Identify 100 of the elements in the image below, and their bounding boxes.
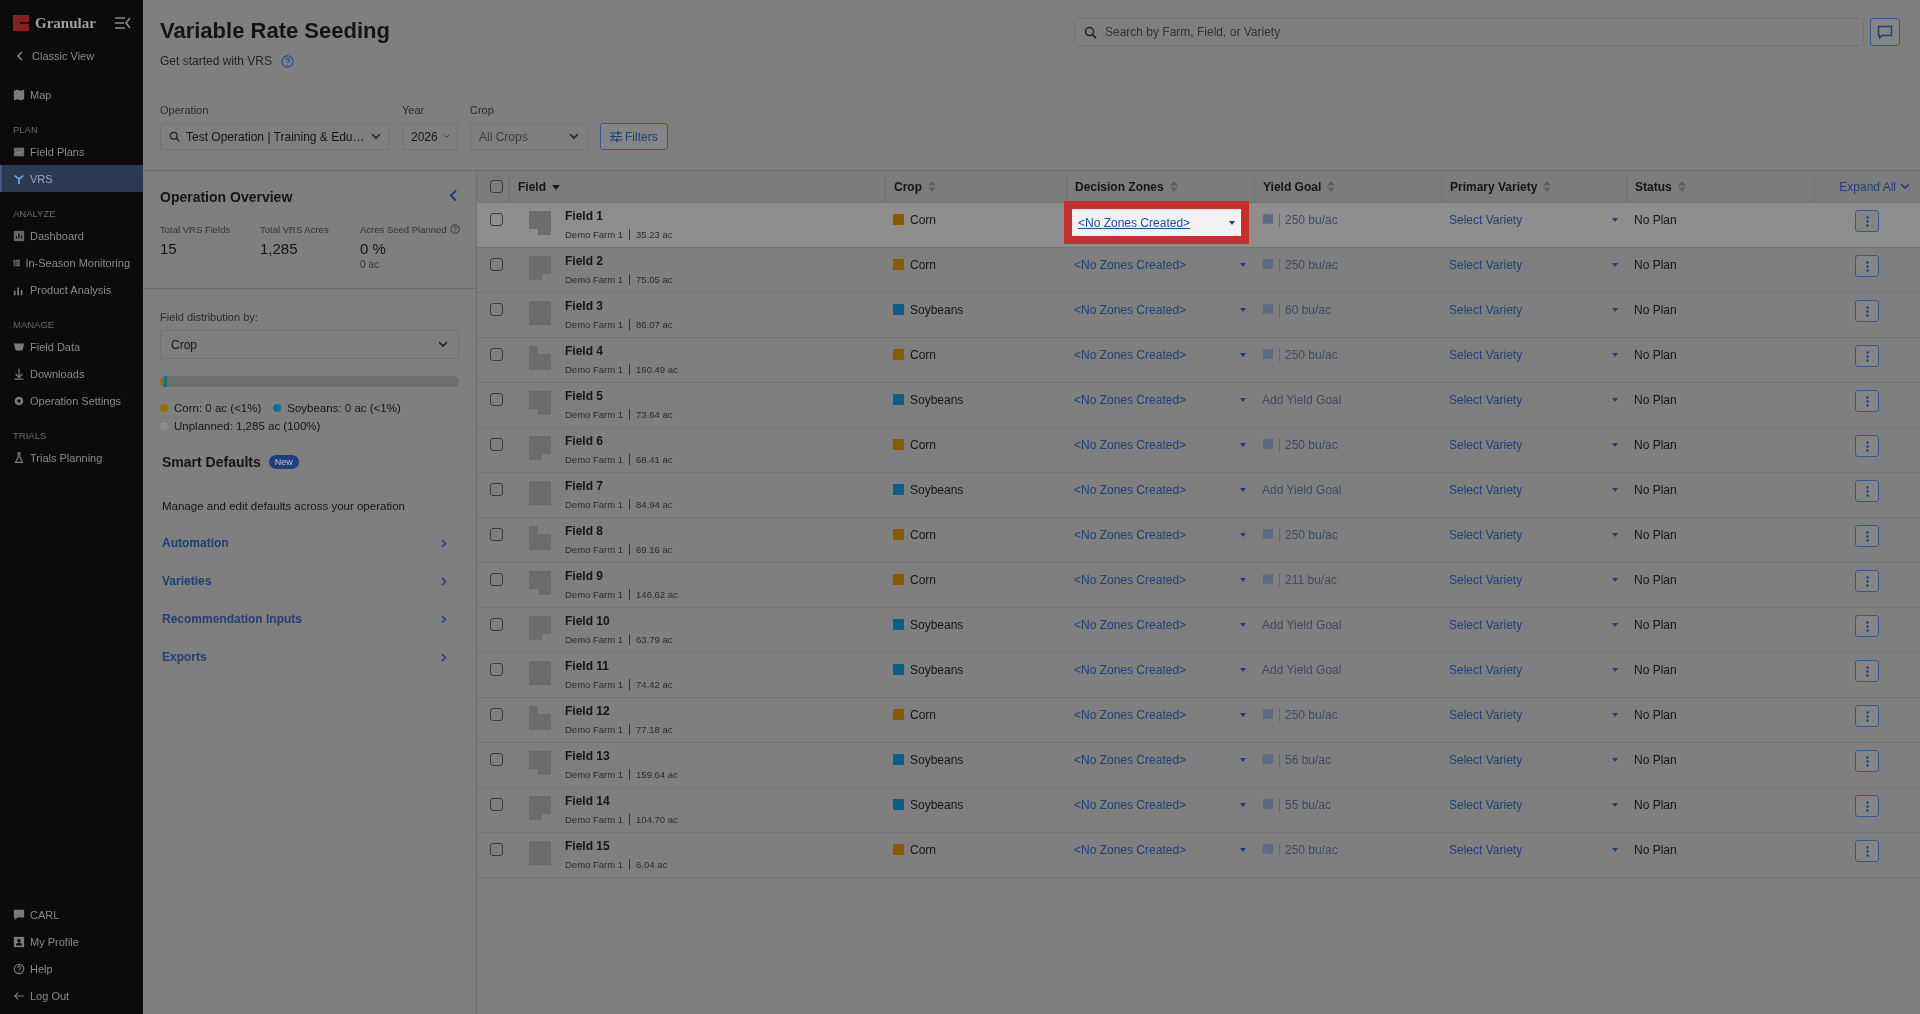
zones-dropdown[interactable]: <No Zones Created> <box>1074 438 1246 452</box>
yield-goal-value[interactable]: 55 bu/ac <box>1285 798 1332 812</box>
table-row[interactable]: Field 5 Demo Farm 1 73.64 ac Soybeans <No Zones Created> Add Yield Goal Select Variety No Plan <box>477 383 1920 428</box>
table-row[interactable]: Field 14 Demo Farm 1 104.70 ac Soybeans <No Zones Created> 55 bu/ac Select Variety No Plan <box>477 788 1920 833</box>
yield-goal-value[interactable]: 250 bu/ac <box>1285 708 1338 722</box>
more-button[interactable] <box>1855 210 1879 232</box>
row-checkbox[interactable] <box>489 708 503 721</box>
field-name[interactable]: Field 1 <box>565 209 673 223</box>
nav-item[interactable]: CARL <box>0 901 143 928</box>
yield-goal-value[interactable]: 250 bu/ac <box>1285 843 1338 857</box>
dropdown[interactable]: Crop <box>160 330 459 359</box>
nav-item[interactable]: Field Plans <box>0 138 143 165</box>
settings-link[interactable]: Exports <box>162 650 447 664</box>
add-yield-goal-link[interactable]: Add Yield Goal <box>1262 663 1342 677</box>
variety-dropdown[interactable]: Select Variety <box>1449 708 1618 722</box>
more-button[interactable] <box>1855 300 1879 322</box>
zones-dropdown[interactable]: <No Zones Created> <box>1074 483 1246 497</box>
more-button[interactable] <box>1855 615 1879 637</box>
nav-item[interactable]: In-Season Monitoring <box>0 249 143 276</box>
field-name[interactable]: Field 8 <box>565 524 673 538</box>
settings-link[interactable]: Varieties <box>162 574 447 588</box>
field-name[interactable]: Field 13 <box>565 749 678 763</box>
field-name[interactable]: Field 7 <box>565 479 673 493</box>
yield-goal-value[interactable]: 56 bu/ac <box>1285 753 1332 767</box>
field-name[interactable]: Field 6 <box>565 434 673 448</box>
variety-dropdown[interactable]: Select Variety <box>1449 258 1618 272</box>
table-row[interactable]: Field 7 Demo Farm 1 84.94 ac Soybeans <No Zones Created> Add Yield Goal Select Variety No Plan <box>477 473 1920 518</box>
row-checkbox[interactable] <box>489 438 503 451</box>
expand-all-link[interactable]: Expand All <box>1839 179 1910 194</box>
row-checkbox[interactable] <box>489 213 503 226</box>
variety-dropdown[interactable]: Select Variety <box>1449 483 1618 497</box>
more-button[interactable] <box>1855 840 1879 862</box>
table-row[interactable]: Field 4 Demo Farm 1 160.49 ac Corn <No Zones Created> 250 bu/ac Select Variety No Plan <box>477 338 1920 383</box>
nav-item[interactable]: Dashboard <box>0 222 143 249</box>
table-row[interactable]: Field 3 Demo Farm 1 86.07 ac Soybeans <No Zones Created> 60 bu/ac Select Variety No Plan <box>477 293 1920 338</box>
zones-dropdown[interactable]: <No Zones Created> <box>1074 303 1246 317</box>
column-header[interactable]: Decision Zones <box>1075 179 1164 194</box>
variety-dropdown[interactable]: Select Variety <box>1449 213 1618 227</box>
yield-goal-value[interactable]: 250 bu/ac <box>1285 213 1338 227</box>
zones-dropdown[interactable]: <No Zones Created> <box>1074 393 1246 407</box>
zones-dropdown[interactable]: <No Zones Created> <box>1074 753 1246 767</box>
more-button[interactable] <box>1855 390 1879 412</box>
yield-goal-value[interactable]: 250 bu/ac <box>1285 528 1338 542</box>
field-name[interactable]: Field 5 <box>565 389 673 403</box>
table-row[interactable]: Field 11 Demo Farm 1 74.42 ac Soybeans <No Zones Created> Add Yield Goal Select Variety No Plan <box>477 653 1920 698</box>
variety-dropdown[interactable]: Select Variety <box>1449 663 1618 677</box>
select-all-checkbox[interactable] <box>489 180 503 193</box>
row-checkbox[interactable] <box>489 303 503 316</box>
zones-dropdown[interactable]: <No Zones Created> <box>1074 708 1246 722</box>
column-header[interactable]: Yield Goal <box>1263 179 1322 194</box>
settings-link[interactable]: Automation <box>162 536 447 550</box>
table-row[interactable]: Field 1 Demo Farm 1 35.23 ac Corn <No Zones Created> 250 bu/ac Select Variety No Plan <box>477 203 1920 248</box>
table-row[interactable]: Field 10 Demo Farm 1 63.79 ac Soybeans <No Zones Created> Add Yield Goal Select Variety No Plan <box>477 608 1920 653</box>
field-name[interactable]: Field 10 <box>565 614 673 628</box>
more-button[interactable] <box>1855 525 1879 547</box>
table-row[interactable]: Field 13 Demo Farm 1 159.64 ac Soybeans <No Zones Created> 56 bu/ac Select Variety No Plan <box>477 743 1920 788</box>
table-row[interactable]: Field 2 Demo Farm 1 75.05 ac Corn <No Zones Created> 250 bu/ac Select Variety No Plan <box>477 248 1920 293</box>
table-row[interactable]: Field 9 Demo Farm 1 146.62 ac Corn <No Zones Created> 211 bu/ac Select Variety No Plan <box>477 563 1920 608</box>
table-row[interactable]: Field 6 Demo Farm 1 68.41 ac Corn <No Zones Created> 250 bu/ac Select Variety No Plan <box>477 428 1920 473</box>
zones-dropdown[interactable]: <No Zones Created> <box>1074 663 1246 677</box>
variety-dropdown[interactable]: Select Variety <box>1449 618 1618 632</box>
dropdown[interactable]: All Crops <box>470 123 588 150</box>
zones-dropdown[interactable]: <No Zones Created> <box>1074 618 1246 632</box>
variety-dropdown[interactable]: Select Variety <box>1449 843 1618 857</box>
yield-goal-value[interactable]: 250 bu/ac <box>1285 258 1338 272</box>
row-checkbox[interactable] <box>489 843 503 856</box>
search-select[interactable]: Test Operation | Training & Edu… <box>160 123 390 150</box>
column-header[interactable]: Field <box>518 179 546 194</box>
variety-dropdown[interactable]: Select Variety <box>1449 348 1618 362</box>
add-yield-goal-link[interactable]: Add Yield Goal <box>1262 393 1342 407</box>
nav-item[interactable]: Operation Settings <box>0 387 143 414</box>
nav-item[interactable]: Help <box>0 955 143 982</box>
nav-item[interactable]: My Profile <box>0 928 143 955</box>
more-button[interactable] <box>1855 570 1879 592</box>
table-row[interactable]: Field 15 Demo Farm 1 6.04 ac Corn <No Zones Created> 250 bu/ac Select Variety No Plan <box>477 833 1920 878</box>
search-field[interactable]: Search by Farm, Field, or Variety <box>1074 18 1864 46</box>
nav-item[interactable]: VRS <box>0 165 143 192</box>
variety-dropdown[interactable]: Select Variety <box>1449 528 1618 542</box>
variety-dropdown[interactable]: Select Variety <box>1449 573 1618 587</box>
field-name[interactable]: Field 15 <box>565 839 668 853</box>
nav-item[interactable]: Log Out <box>0 982 143 1009</box>
field-name[interactable]: Field 4 <box>565 344 678 358</box>
variety-dropdown[interactable]: Select Variety <box>1449 438 1618 452</box>
row-checkbox[interactable] <box>489 753 503 766</box>
nav-item[interactable]: Map <box>0 81 143 108</box>
table-row[interactable]: Field 12 Demo Farm 1 77.18 ac Corn <No Zones Created> 250 bu/ac Select Variety No Plan <box>477 698 1920 743</box>
classic-view-link[interactable]: Classic View <box>0 42 143 69</box>
more-button[interactable] <box>1855 435 1879 457</box>
more-button[interactable] <box>1855 705 1879 727</box>
nav-item[interactable]: Field Data <box>0 333 143 360</box>
row-checkbox[interactable] <box>489 348 503 361</box>
more-button[interactable] <box>1855 750 1879 772</box>
row-checkbox[interactable] <box>489 528 503 541</box>
row-checkbox[interactable] <box>489 258 503 271</box>
field-name[interactable]: Field 14 <box>565 794 678 808</box>
zones-dropdown[interactable]: <No Zones Created> <box>1074 798 1246 812</box>
row-checkbox[interactable] <box>489 393 503 406</box>
field-name[interactable]: Field 9 <box>565 569 678 583</box>
variety-dropdown[interactable]: Select Variety <box>1449 393 1618 407</box>
add-yield-goal-link[interactable]: Add Yield Goal <box>1262 483 1342 497</box>
